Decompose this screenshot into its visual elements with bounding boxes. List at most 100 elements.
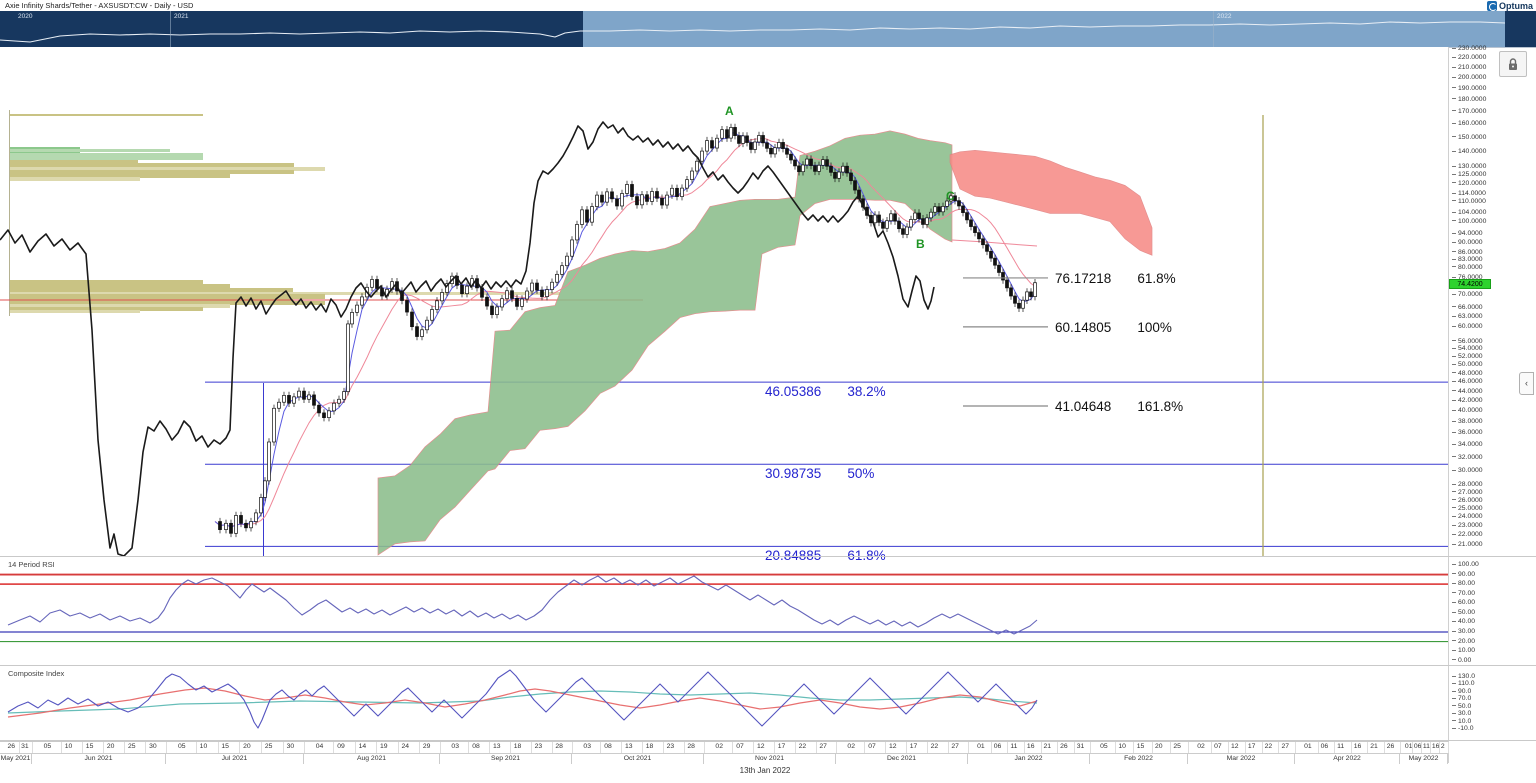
- candle-body: [606, 192, 609, 202]
- month-cell[interactable]: Aug 2021: [304, 753, 440, 764]
- collapse-axis-button[interactable]: ‹: [1519, 372, 1534, 395]
- candle-body: [308, 395, 311, 399]
- candle-body: [696, 161, 699, 171]
- fib-level-label: 60.14805100%: [1055, 320, 1172, 335]
- candle-body: [726, 130, 729, 138]
- fib-percent-value: 61.8%: [1137, 271, 1175, 286]
- candle-body: [782, 142, 785, 148]
- candle-body: [466, 286, 469, 293]
- day-cell-border: [663, 742, 664, 753]
- month-cell[interactable]: Jan 2022: [968, 753, 1090, 764]
- day-cell-border: [1351, 742, 1352, 753]
- candle-body: [750, 143, 753, 150]
- day-cell-border: [1057, 742, 1058, 753]
- fib-price-value: 41.04648: [1055, 399, 1111, 414]
- candle-body: [581, 210, 584, 225]
- tick-mark: [1452, 77, 1456, 78]
- price-tick: 200.0000: [1452, 74, 1486, 81]
- title-bar: Axie Infinity Shards/Tether - AXSUSDT:CW…: [0, 0, 1536, 11]
- price-tick: 63.0000: [1452, 313, 1483, 320]
- day-cell-border: [948, 742, 949, 753]
- candle-body: [676, 188, 679, 196]
- day-tick: 21: [1370, 742, 1378, 753]
- day-tick: 17: [910, 742, 918, 753]
- volume-profile-bar: [10, 310, 140, 313]
- day-tick: 22: [1265, 742, 1273, 753]
- candle-body: [742, 136, 745, 144]
- day-cell-border: [816, 742, 817, 753]
- price-tick: 21.0000: [1452, 541, 1483, 548]
- month-cell[interactable]: May 2022: [1400, 753, 1448, 764]
- month-cell[interactable]: May 2021: [0, 753, 32, 764]
- candle-body: [721, 130, 724, 139]
- day-tick: 08: [472, 742, 480, 753]
- month-cell[interactable]: Nov 2021: [704, 753, 836, 764]
- price-tick: 180.0000: [1452, 96, 1486, 103]
- day-tick: 20: [1155, 742, 1163, 753]
- candle-body: [1022, 300, 1025, 308]
- day-cell-border: [642, 742, 643, 753]
- price-tick: 120.0000: [1452, 180, 1486, 187]
- candle-body: [288, 395, 291, 403]
- price-tick: 150.0000: [1452, 134, 1486, 141]
- month-cell[interactable]: Sep 2021: [440, 753, 572, 764]
- tick-mark: [1452, 400, 1456, 401]
- rsi-panel-chart[interactable]: [0, 556, 1448, 665]
- day-cell-border: [774, 742, 775, 753]
- main-price-chart[interactable]: [0, 47, 1448, 556]
- month-cell[interactable]: Dec 2021: [836, 753, 968, 764]
- composite-panel-chart[interactable]: [0, 666, 1448, 740]
- candle-body: [1002, 272, 1005, 280]
- rsi-tick: 100.00: [1452, 561, 1479, 568]
- month-cell[interactable]: Jun 2021: [32, 753, 166, 764]
- candle-body: [303, 391, 306, 399]
- candle-body: [890, 214, 893, 221]
- tick-mark: [1452, 621, 1456, 622]
- price-tick: 27.0000: [1452, 489, 1483, 496]
- month-cell[interactable]: Oct 2021: [572, 753, 704, 764]
- price-tick: 230.0000: [1452, 45, 1486, 52]
- wave-letter-a: A: [725, 104, 734, 118]
- date-range-navigator[interactable]: 2020 2021 2022: [0, 11, 1536, 48]
- month-cell[interactable]: Jul 2021: [166, 753, 304, 764]
- candle-body: [235, 515, 238, 533]
- day-tick: 01: [1304, 742, 1312, 753]
- tick-mark: [1452, 676, 1456, 677]
- month-cell[interactable]: Mar 2022: [1188, 753, 1295, 764]
- candle-body: [671, 188, 674, 195]
- price-tick: 32.0000: [1452, 454, 1483, 461]
- tick-mark: [1452, 57, 1456, 58]
- candle-body: [814, 166, 817, 172]
- lock-icon: [1507, 58, 1519, 71]
- candle-body: [834, 172, 837, 178]
- lock-button[interactable]: [1499, 51, 1527, 77]
- candle-body: [541, 290, 544, 296]
- tick-mark: [1452, 516, 1456, 517]
- day-cell-border: [991, 742, 992, 753]
- candle-body: [910, 219, 913, 227]
- day-tick: 25: [128, 742, 136, 753]
- candle-body: [738, 136, 741, 144]
- month-cell[interactable]: Apr 2022: [1295, 753, 1400, 764]
- tick-mark: [1452, 456, 1456, 457]
- day-tick: 02: [715, 742, 723, 753]
- price-tick: 38.0000: [1452, 418, 1483, 425]
- date-axis[interactable]: May 20212631Jun 2021051015202530Jul 2021…: [0, 741, 1448, 764]
- candle-body: [966, 213, 969, 220]
- day-cell-border: [355, 742, 356, 753]
- price-tick: 46.0000: [1452, 378, 1483, 385]
- month-cell[interactable]: Feb 2022: [1090, 753, 1188, 764]
- candle-body: [854, 181, 857, 190]
- candle-body: [758, 135, 761, 142]
- tick-mark: [1452, 67, 1456, 68]
- day-cell-border: [61, 742, 62, 753]
- day-cell-border: [732, 742, 733, 753]
- price-tick: 90.0000: [1452, 239, 1483, 246]
- candle-body: [240, 515, 243, 523]
- day-cell-border: [1262, 742, 1263, 753]
- optuma-logo-text: Optuma: [1499, 1, 1533, 11]
- candle-body: [411, 312, 414, 327]
- day-cell-border: [1384, 742, 1385, 753]
- day-cell-border: [468, 742, 469, 753]
- rsi-panel-label: 14 Period RSI: [8, 560, 55, 569]
